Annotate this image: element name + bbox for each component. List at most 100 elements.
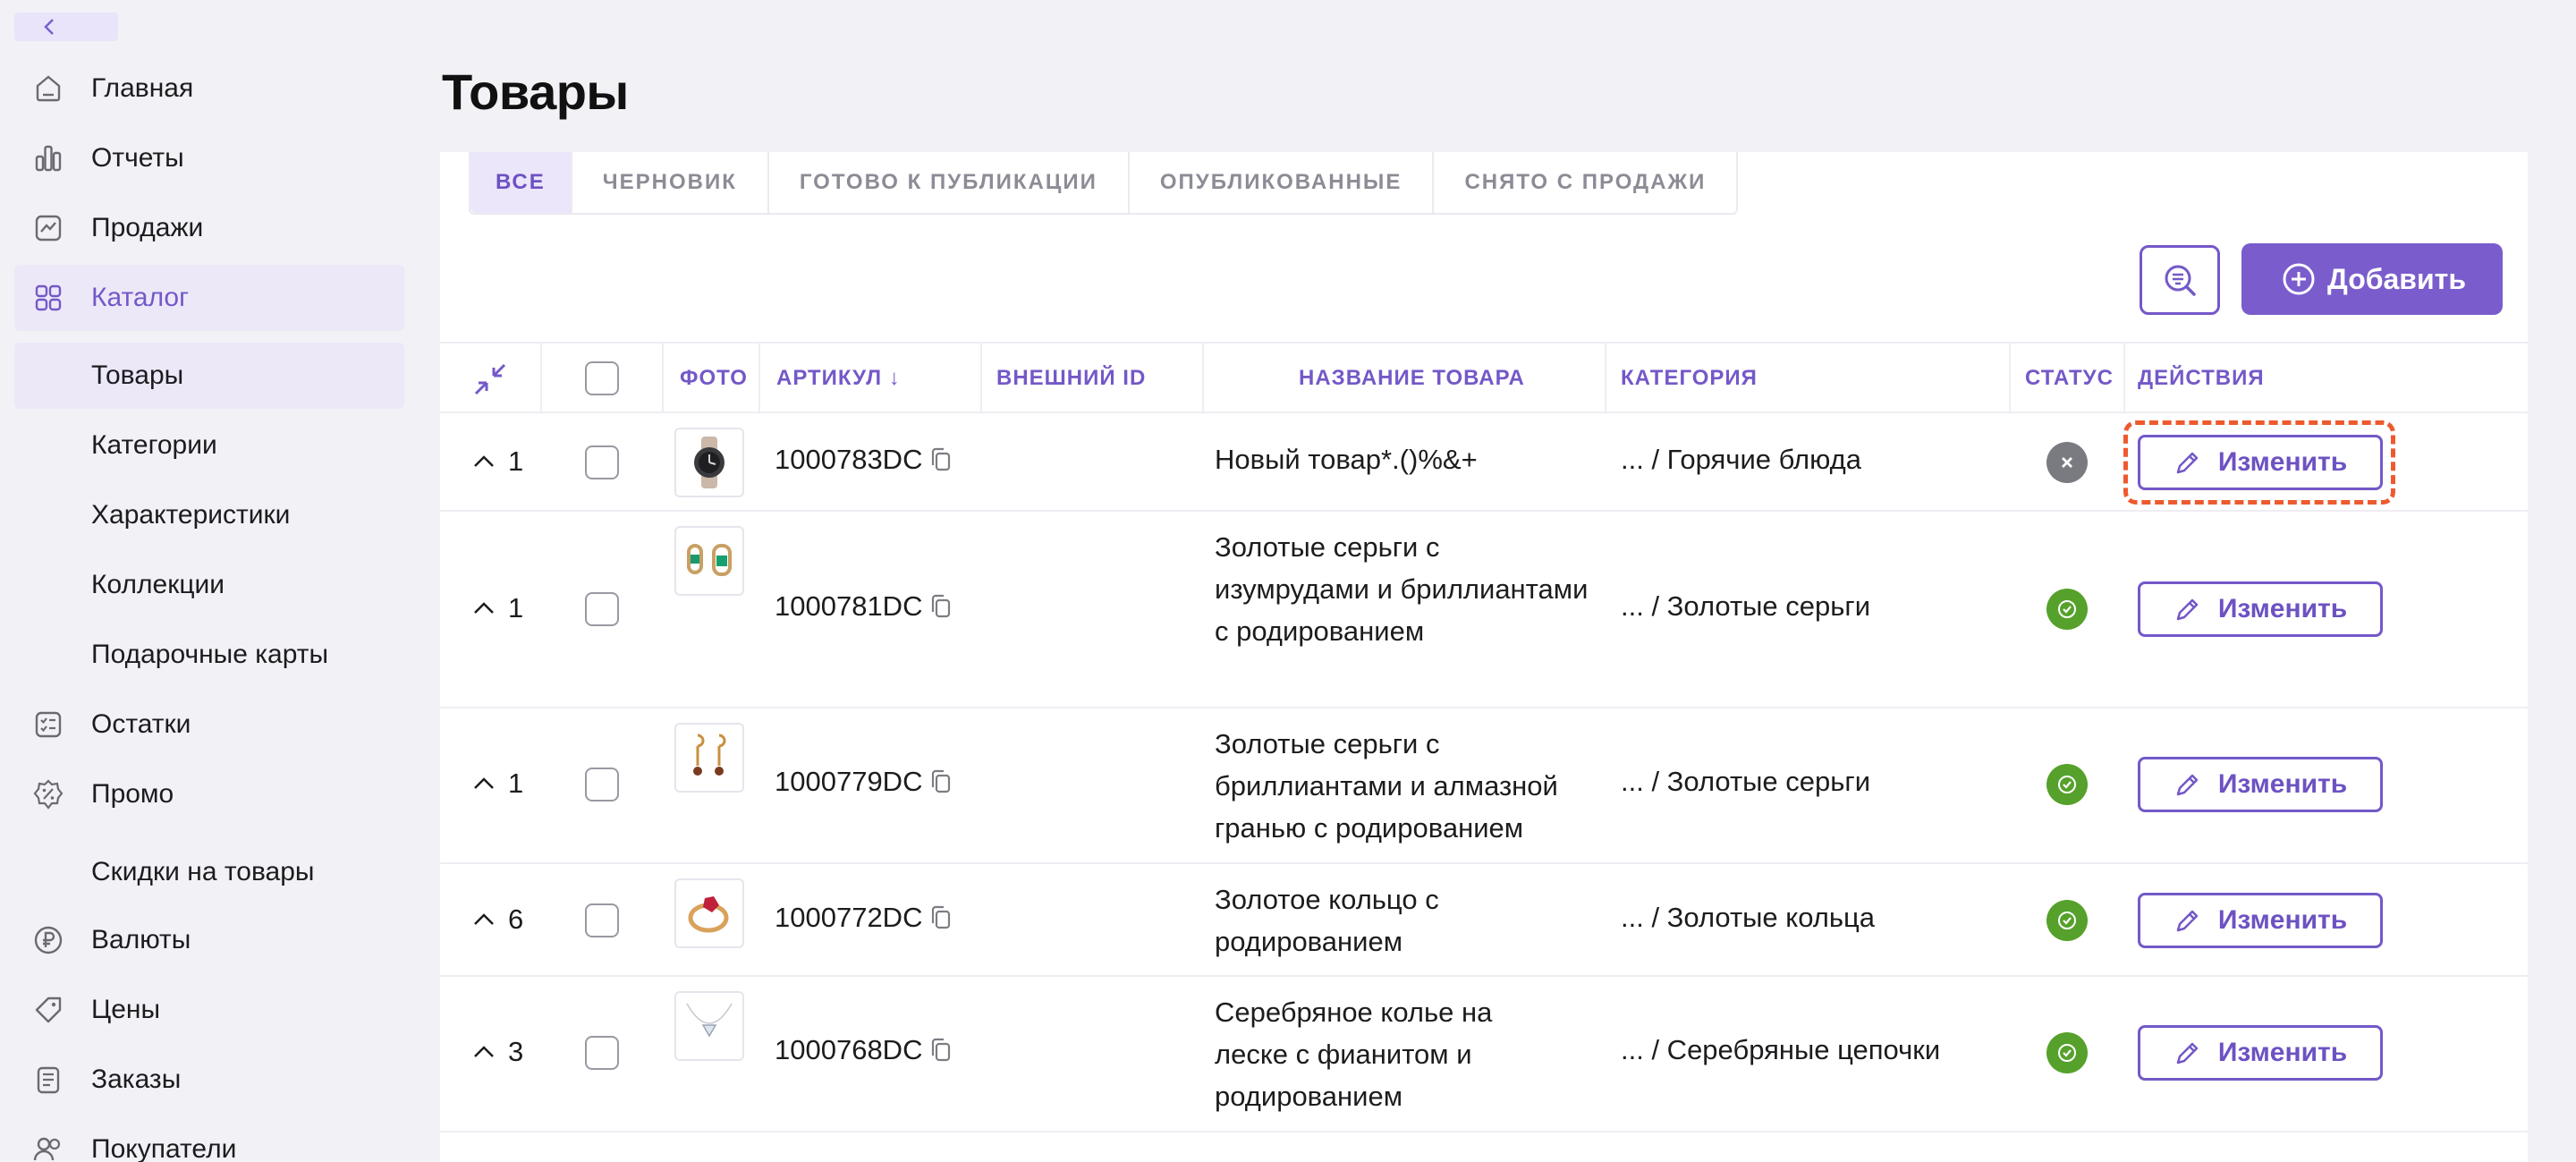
add-product-button[interactable]: Добавить xyxy=(2241,243,2503,315)
orders-icon xyxy=(32,1064,64,1096)
product-name: Новый товар*.()%&+ xyxy=(1215,444,1478,475)
status-active-icon xyxy=(2046,764,2088,805)
sidebar-item-stock[interactable]: Остатки xyxy=(14,691,404,758)
copy-icon[interactable] xyxy=(929,904,953,931)
sidebar-item-collections[interactable]: Коллекции xyxy=(14,552,404,618)
edit-button[interactable]: Изменить xyxy=(2138,581,2383,637)
bar-chart-icon xyxy=(32,142,64,174)
product-photo[interactable] xyxy=(674,991,744,1061)
row-checkbox[interactable] xyxy=(585,903,619,937)
tab-published[interactable]: ОПУБЛИКОВАННЫЕ xyxy=(1130,152,1435,213)
column-sku[interactable]: АРТИКУЛ ↓ xyxy=(776,344,901,413)
edit-button-label: Изменить xyxy=(2217,447,2348,477)
edit-button[interactable]: Изменить xyxy=(2138,893,2383,948)
tab-draft[interactable]: ЧЕРНОВИК xyxy=(572,152,769,213)
table-row[interactable]: 6 1000772DC Золотое кольцо с родирование… xyxy=(440,864,2528,977)
search-filter-button[interactable] xyxy=(2140,245,2220,315)
edit-button[interactable]: Изменить xyxy=(2138,1025,2383,1081)
sidebar-item-reports[interactable]: Отчеты xyxy=(14,125,404,191)
product-category: ... / Золотые серьги xyxy=(1621,766,1871,797)
sidebar-item-label: Подарочные карты xyxy=(91,640,329,669)
product-sku: 1000772DC xyxy=(775,902,953,934)
sidebar-item-gift-cards[interactable]: Подарочные карты xyxy=(14,622,404,688)
sidebar-item-sales[interactable]: Продажи xyxy=(14,195,404,261)
collapse-sidebar-button[interactable] xyxy=(14,13,118,41)
row-checkbox[interactable] xyxy=(585,768,619,802)
product-photo[interactable] xyxy=(674,428,744,497)
row-expander[interactable]: 1 xyxy=(472,592,523,624)
product-category: ... / Золотые кольца xyxy=(1621,902,1875,933)
sidebar-item-label: Коллекции xyxy=(91,570,225,599)
product-name: Золотые серьги с изумрудами и бриллианта… xyxy=(1215,531,1589,647)
sidebar-item-home[interactable]: Главная xyxy=(14,55,404,122)
grid-icon xyxy=(32,282,64,314)
variant-count: 1 xyxy=(508,592,524,623)
status-inactive-icon xyxy=(2046,442,2088,483)
row-expander[interactable]: 3 xyxy=(472,1036,523,1068)
product-category: ... / Золотые серьги xyxy=(1621,590,1871,622)
status-tabs: ВСЕ ЧЕРНОВИК ГОТОВО К ПУБЛИКАЦИИ ОПУБЛИК… xyxy=(469,152,1739,215)
sidebar-item-label: Промо xyxy=(91,779,174,809)
sidebar-item-label: Характеристики xyxy=(91,500,291,530)
copy-icon[interactable] xyxy=(929,1037,953,1064)
sidebar-item-product-discounts[interactable]: Скидки на товары xyxy=(14,839,404,905)
column-status[interactable]: СТАТУС xyxy=(2025,344,2114,413)
collapse-all-button[interactable] xyxy=(472,361,508,402)
sidebar-item-label: Продажи xyxy=(91,213,204,242)
sidebar-item-label: Каталог xyxy=(91,283,190,312)
sku-text: 1000768DC xyxy=(775,1034,923,1065)
home-icon xyxy=(32,72,64,105)
sidebar-item-characteristics[interactable]: Характеристики xyxy=(14,482,404,548)
column-category[interactable]: КАТЕГОРИЯ xyxy=(1621,344,1758,413)
copy-icon[interactable] xyxy=(929,768,953,795)
product-photo[interactable] xyxy=(674,878,744,948)
product-name: Золотые серьги с бриллиантами и алмазной… xyxy=(1215,728,1558,844)
sidebar-item-categories[interactable]: Категории xyxy=(14,412,404,479)
edit-button-label: Изменить xyxy=(2217,594,2348,623)
page-title: Товары xyxy=(442,64,629,120)
row-expander[interactable]: 1 xyxy=(472,768,523,800)
column-external-id[interactable]: ВНЕШНИЙ ID xyxy=(996,344,1146,413)
sidebar-item-promo[interactable]: Промо xyxy=(14,761,404,827)
percent-badge-icon xyxy=(32,778,64,810)
users-icon xyxy=(32,1133,64,1162)
copy-icon[interactable] xyxy=(929,446,953,473)
pencil-icon xyxy=(2176,774,2199,796)
sidebar-item-orders[interactable]: Заказы xyxy=(14,1047,404,1113)
sales-chart-icon xyxy=(32,212,64,244)
product-name: Золотое кольцо с родированием xyxy=(1215,884,1439,957)
sidebar-item-catalog[interactable]: Каталог xyxy=(14,265,404,331)
select-all-checkbox[interactable] xyxy=(585,361,619,395)
product-sku: 1000768DC xyxy=(775,1034,953,1066)
tab-withdrawn[interactable]: СНЯТО С ПРОДАЖИ xyxy=(1434,152,1736,213)
product-photo[interactable] xyxy=(674,526,744,596)
necklace-photo-icon xyxy=(686,1003,733,1038)
column-product-name[interactable]: НАЗВАНИЕ ТОВАРА xyxy=(1299,344,1525,413)
row-checkbox[interactable] xyxy=(585,1036,619,1070)
row-checkbox[interactable] xyxy=(585,592,619,626)
tab-all[interactable]: ВСЕ xyxy=(470,152,572,213)
column-photo: ФОТО xyxy=(680,366,748,390)
edit-button[interactable]: Изменить xyxy=(2138,435,2383,490)
sidebar-item-label: Заказы xyxy=(91,1064,182,1094)
table-row[interactable]: 1 1000779DC Золотые серьги с бриллиантам… xyxy=(440,708,2528,864)
row-expander[interactable]: 6 xyxy=(472,903,523,936)
edit-button[interactable]: Изменить xyxy=(2138,757,2383,812)
sidebar-item-customers[interactable]: Покупатели xyxy=(14,1116,404,1162)
tab-ready-to-publish[interactable]: ГОТОВО К ПУБЛИКАЦИИ xyxy=(769,152,1130,213)
sidebar-item-currencies[interactable]: Валюты xyxy=(14,907,404,973)
row-checkbox[interactable] xyxy=(585,445,619,479)
sidebar-item-label: Категории xyxy=(91,430,217,460)
sidebar-item-prices[interactable]: Цены xyxy=(14,977,404,1043)
sidebar-item-label: Скидки на товары xyxy=(91,857,315,886)
sidebar-item-products[interactable]: Товары xyxy=(14,343,404,409)
product-photo[interactable] xyxy=(674,723,744,793)
table-header: ФОТО АРТИКУЛ ↓ ВНЕШНИЙ ID НАЗВАНИЕ ТОВАР… xyxy=(440,342,2528,413)
table-row[interactable]: 1 1000781DC Золотые серьги с изумрудами … xyxy=(440,512,2528,708)
sidebar-item-label: Остатки xyxy=(91,709,191,739)
table-row[interactable]: 3 1000768DC Серебряное колье на леске с … xyxy=(440,977,2528,1132)
watch-photo-icon xyxy=(694,437,724,488)
copy-icon[interactable] xyxy=(929,593,953,620)
row-expander[interactable]: 1 xyxy=(472,445,523,478)
table-row[interactable]: 1 1000783DC Новый товар*.()%&+ ... / Гор… xyxy=(440,413,2528,512)
